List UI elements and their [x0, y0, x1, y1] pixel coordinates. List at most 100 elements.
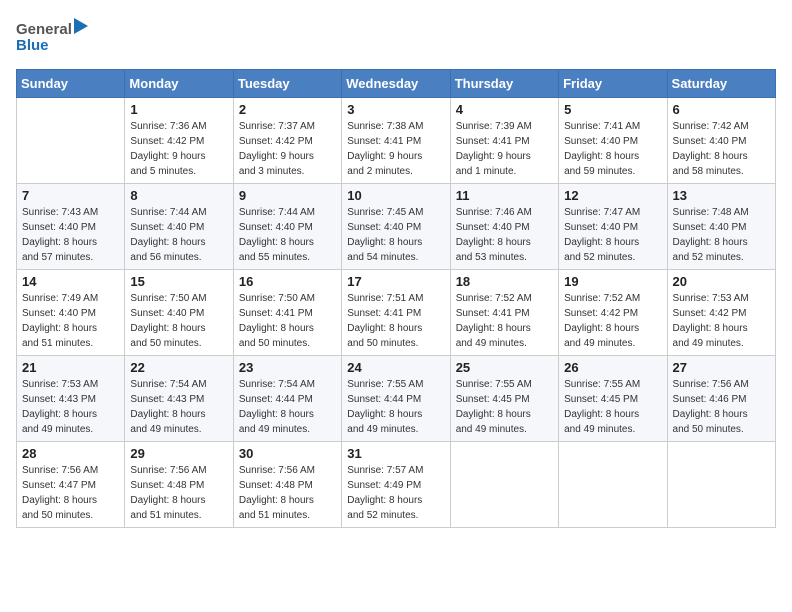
day-info: Sunrise: 7:45 AMSunset: 4:40 PMDaylight:… — [347, 205, 444, 265]
calendar-day-cell: 30Sunrise: 7:56 AMSunset: 4:48 PMDayligh… — [233, 442, 341, 528]
calendar-day-cell: 20 Sunrise: 7:53 AMSunset: 4:42 PMDayligh… — [667, 270, 775, 356]
day-number: 1 — [130, 102, 227, 117]
calendar-empty-cell — [17, 98, 125, 184]
weekday-header-monday: Monday — [125, 70, 233, 98]
calendar-day-cell: 23 Sunrise: 7:54 AMSunset: 4:44 PMDayligh… — [233, 356, 341, 442]
day-number: 6 — [673, 102, 770, 117]
calendar-day-cell: 18 Sunrise: 7:52 AMSunset: 4:41 PMDayligh… — [450, 270, 558, 356]
day-info: Sunrise: 7:36 AMSunset: 4:42 PMDaylight:… — [130, 119, 227, 179]
day-number: 9 — [239, 188, 336, 203]
calendar-day-cell: 15Sunrise: 7:50 AMSunset: 4:40 PMDayligh… — [125, 270, 233, 356]
day-info: Sunrise: 7:51 AMSunset: 4:41 PMDaylight:… — [347, 291, 444, 351]
day-number: 31 — [347, 446, 444, 461]
day-number: 13 — [673, 188, 770, 203]
svg-text:General: General — [16, 21, 72, 38]
calendar-day-cell: 3 Sunrise: 7:38 AMSunset: 4:41 PMDaylight… — [342, 98, 450, 184]
weekday-header-saturday: Saturday — [667, 70, 775, 98]
day-info: Sunrise: 7:37 AMSunset: 4:42 PMDaylight:… — [239, 119, 336, 179]
calendar-day-cell: 4Sunrise: 7:39 AMSunset: 4:41 PMDaylight… — [450, 98, 558, 184]
calendar-day-cell: 13 Sunrise: 7:48 AMSunset: 4:40 PMDayligh… — [667, 184, 775, 270]
calendar-day-cell: 24 Sunrise: 7:55 AMSunset: 4:44 PMDayligh… — [342, 356, 450, 442]
calendar-day-cell: 6 Sunrise: 7:42 AMSunset: 4:40 PMDaylight… — [667, 98, 775, 184]
day-number: 19 — [564, 274, 661, 289]
calendar-day-cell: 22 Sunrise: 7:54 AMSunset: 4:43 PMDayligh… — [125, 356, 233, 442]
calendar-empty-cell — [559, 442, 667, 528]
day-info: Sunrise: 7:46 AMSunset: 4:40 PMDaylight:… — [456, 205, 553, 265]
weekday-header-friday: Friday — [559, 70, 667, 98]
calendar-day-cell: 14 Sunrise: 7:49 AMSunset: 4:40 PMDayligh… — [17, 270, 125, 356]
day-info: Sunrise: 7:44 AMSunset: 4:40 PMDaylight:… — [239, 205, 336, 265]
day-info: Sunrise: 7:44 AMSunset: 4:40 PMDaylight:… — [130, 205, 227, 265]
day-info: Sunrise: 7:55 AMSunset: 4:44 PMDaylight:… — [347, 377, 444, 437]
day-info: Sunrise: 7:50 AMSunset: 4:41 PMDaylight:… — [239, 291, 336, 351]
calendar-week-row: 7 Sunrise: 7:43 AMSunset: 4:40 PMDaylight… — [17, 184, 776, 270]
calendar-day-cell: 7 Sunrise: 7:43 AMSunset: 4:40 PMDaylight… — [17, 184, 125, 270]
calendar-empty-cell — [667, 442, 775, 528]
day-info: Sunrise: 7:54 AMSunset: 4:44 PMDaylight:… — [239, 377, 336, 437]
calendar-empty-cell — [450, 442, 558, 528]
calendar-day-cell: 12 Sunrise: 7:47 AMSunset: 4:40 PMDayligh… — [559, 184, 667, 270]
day-number: 16 — [239, 274, 336, 289]
day-info: Sunrise: 7:55 AMSunset: 4:45 PMDaylight:… — [564, 377, 661, 437]
day-info: Sunrise: 7:48 AMSunset: 4:40 PMDaylight:… — [673, 205, 770, 265]
day-number: 14 — [22, 274, 119, 289]
day-info: Sunrise: 7:52 AMSunset: 4:42 PMDaylight:… — [564, 291, 661, 351]
day-number: 17 — [347, 274, 444, 289]
day-number: 12 — [564, 188, 661, 203]
calendar-day-cell: 19 Sunrise: 7:52 AMSunset: 4:42 PMDayligh… — [559, 270, 667, 356]
weekday-header-thursday: Thursday — [450, 70, 558, 98]
calendar-day-cell: 25 Sunrise: 7:55 AMSunset: 4:45 PMDayligh… — [450, 356, 558, 442]
day-info: Sunrise: 7:53 AMSunset: 4:43 PMDaylight:… — [22, 377, 119, 437]
day-number: 4 — [456, 102, 553, 117]
day-info: Sunrise: 7:42 AMSunset: 4:40 PMDaylight:… — [673, 119, 770, 179]
day-number: 23 — [239, 360, 336, 375]
day-number: 7 — [22, 188, 119, 203]
day-number: 25 — [456, 360, 553, 375]
day-number: 28 — [22, 446, 119, 461]
calendar-day-cell: 10Sunrise: 7:45 AMSunset: 4:40 PMDayligh… — [342, 184, 450, 270]
weekday-header-wednesday: Wednesday — [342, 70, 450, 98]
day-number: 29 — [130, 446, 227, 461]
day-number: 18 — [456, 274, 553, 289]
calendar-day-cell: 5Sunrise: 7:41 AMSunset: 4:40 PMDaylight… — [559, 98, 667, 184]
day-info: Sunrise: 7:54 AMSunset: 4:43 PMDaylight:… — [130, 377, 227, 437]
calendar-day-cell: 21Sunrise: 7:53 AMSunset: 4:43 PMDayligh… — [17, 356, 125, 442]
day-number: 3 — [347, 102, 444, 117]
calendar-week-row: 28 Sunrise: 7:56 AMSunset: 4:47 PMDayligh… — [17, 442, 776, 528]
calendar-week-row: 21Sunrise: 7:53 AMSunset: 4:43 PMDayligh… — [17, 356, 776, 442]
calendar-day-cell: 1 Sunrise: 7:36 AMSunset: 4:42 PMDaylight… — [125, 98, 233, 184]
day-info: Sunrise: 7:50 AMSunset: 4:40 PMDaylight:… — [130, 291, 227, 351]
day-number: 27 — [673, 360, 770, 375]
day-number: 8 — [130, 188, 227, 203]
day-number: 24 — [347, 360, 444, 375]
day-info: Sunrise: 7:55 AMSunset: 4:45 PMDaylight:… — [456, 377, 553, 437]
calendar-day-cell: 9 Sunrise: 7:44 AMSunset: 4:40 PMDaylight… — [233, 184, 341, 270]
day-info: Sunrise: 7:57 AMSunset: 4:49 PMDaylight:… — [347, 463, 444, 523]
calendar-day-cell: 26Sunrise: 7:55 AMSunset: 4:45 PMDayligh… — [559, 356, 667, 442]
day-number: 2 — [239, 102, 336, 117]
day-number: 22 — [130, 360, 227, 375]
weekday-header-sunday: Sunday — [17, 70, 125, 98]
calendar-week-row: 14 Sunrise: 7:49 AMSunset: 4:40 PMDayligh… — [17, 270, 776, 356]
day-info: Sunrise: 7:56 AMSunset: 4:48 PMDaylight:… — [130, 463, 227, 523]
day-info: Sunrise: 7:38 AMSunset: 4:41 PMDaylight:… — [347, 119, 444, 179]
weekday-header-tuesday: Tuesday — [233, 70, 341, 98]
day-info: Sunrise: 7:56 AMSunset: 4:47 PMDaylight:… — [22, 463, 119, 523]
calendar-day-cell: 31 Sunrise: 7:57 AMSunset: 4:49 PMDayligh… — [342, 442, 450, 528]
day-number: 20 — [673, 274, 770, 289]
weekday-header-row: SundayMondayTuesdayWednesdayThursdayFrid… — [17, 70, 776, 98]
day-info: Sunrise: 7:43 AMSunset: 4:40 PMDaylight:… — [22, 205, 119, 265]
svg-text:Blue: Blue — [16, 37, 49, 54]
logo: General Blue — [16, 16, 88, 61]
day-info: Sunrise: 7:41 AMSunset: 4:40 PMDaylight:… — [564, 119, 661, 179]
calendar-day-cell: 11 Sunrise: 7:46 AMSunset: 4:40 PMDayligh… — [450, 184, 558, 270]
day-info: Sunrise: 7:47 AMSunset: 4:40 PMDaylight:… — [564, 205, 661, 265]
day-number: 30 — [239, 446, 336, 461]
day-info: Sunrise: 7:52 AMSunset: 4:41 PMDaylight:… — [456, 291, 553, 351]
calendar-day-cell: 17 Sunrise: 7:51 AMSunset: 4:41 PMDayligh… — [342, 270, 450, 356]
day-info: Sunrise: 7:49 AMSunset: 4:40 PMDaylight:… — [22, 291, 119, 351]
logo-icon: General Blue — [16, 16, 88, 56]
day-number: 11 — [456, 188, 553, 203]
calendar-week-row: 1 Sunrise: 7:36 AMSunset: 4:42 PMDaylight… — [17, 98, 776, 184]
day-info: Sunrise: 7:53 AMSunset: 4:42 PMDaylight:… — [673, 291, 770, 351]
